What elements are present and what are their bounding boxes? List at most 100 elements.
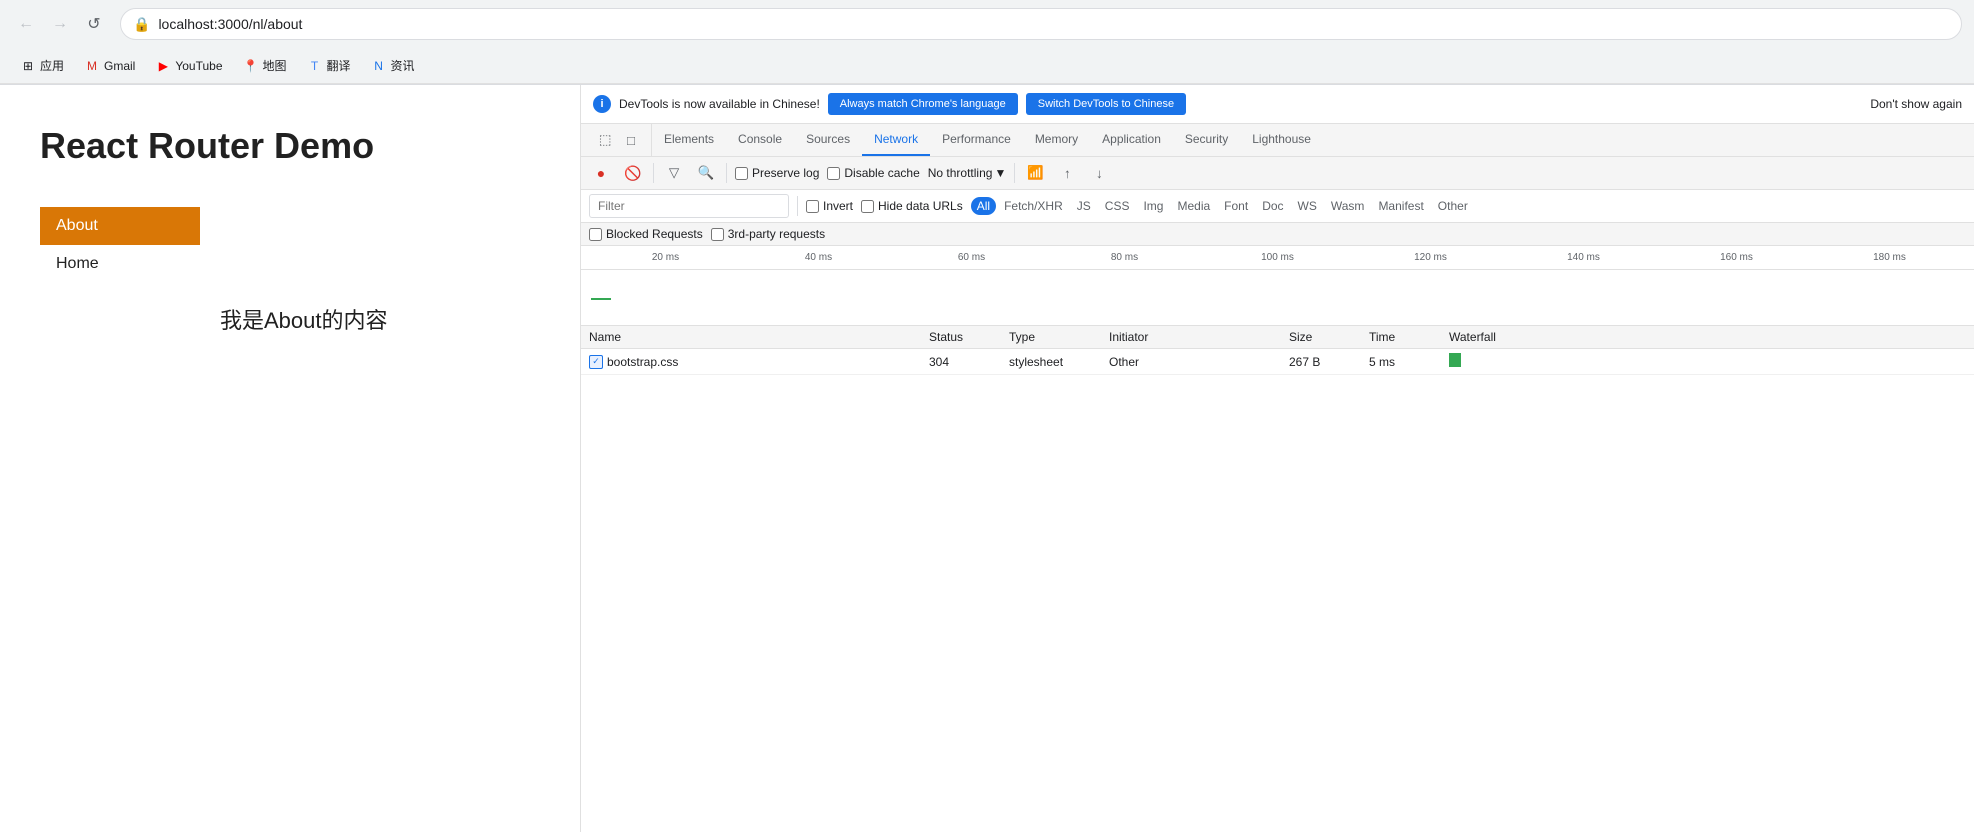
blocked-requests-label: Blocked Requests: [606, 227, 703, 241]
reload-button[interactable]: ↺: [80, 10, 108, 38]
toolbar-divider-1: [653, 163, 654, 183]
clear-button[interactable]: 🚫: [621, 161, 645, 185]
preserve-log-checkbox-label[interactable]: Preserve log: [735, 166, 819, 180]
filter-button[interactable]: ▽: [662, 161, 686, 185]
bookmark-translate[interactable]: T 翻译: [299, 53, 359, 78]
page-nav-list: About Home: [40, 207, 200, 283]
tick-120ms: 120 ms: [1354, 252, 1507, 263]
tick-160ms: 160 ms: [1660, 252, 1813, 263]
filter-font-button[interactable]: Font: [1218, 197, 1254, 215]
tab-console[interactable]: Console: [726, 124, 794, 156]
invert-checkbox[interactable]: [806, 200, 819, 213]
preserve-log-checkbox[interactable]: [735, 167, 748, 180]
bookmark-news[interactable]: N 资讯: [363, 53, 423, 78]
apps-icon: ⊞: [20, 58, 36, 74]
bookmark-gmail[interactable]: M Gmail: [76, 54, 143, 78]
upload-button[interactable]: ↑: [1055, 161, 1079, 185]
bookmark-apps[interactable]: ⊞ 应用: [12, 53, 72, 78]
blocked-requests-checkbox[interactable]: [589, 228, 602, 241]
filter-img-button[interactable]: Img: [1137, 197, 1169, 215]
tab-performance[interactable]: Performance: [930, 124, 1023, 156]
bookmark-gmail-label: Gmail: [104, 59, 135, 73]
filter-media-button[interactable]: Media: [1171, 197, 1216, 215]
nav-buttons: ← → ↺: [12, 10, 108, 38]
nav-link-home[interactable]: Home: [40, 245, 200, 283]
inspect-element-button[interactable]: ⬚: [593, 128, 617, 152]
filter-wasm-button[interactable]: Wasm: [1325, 197, 1371, 215]
nav-bar: ← → ↺ 🔒 localhost:3000/nl/about: [0, 0, 1974, 48]
col-header-time[interactable]: Time: [1369, 330, 1449, 344]
hide-data-urls-checkbox-label[interactable]: Hide data URLs: [861, 199, 963, 213]
tab-network[interactable]: Network: [862, 124, 930, 156]
bookmark-apps-label: 应用: [40, 57, 64, 74]
page-content: React Router Demo About Home 我是About的内容: [0, 85, 580, 832]
filter-doc-button[interactable]: Doc: [1256, 197, 1289, 215]
nav-link-about[interactable]: About: [40, 207, 200, 245]
tick-180ms: 180 ms: [1813, 252, 1966, 263]
throttle-selector[interactable]: No throttling ▼: [928, 166, 1007, 180]
table-row[interactable]: ✓ bootstrap.css 304 stylesheet Other 267…: [581, 349, 1974, 375]
record-button[interactable]: ●: [589, 161, 613, 185]
search-button[interactable]: 🔍: [694, 161, 718, 185]
tab-lighthouse[interactable]: Lighthouse: [1240, 124, 1323, 156]
filter-input[interactable]: [589, 194, 789, 218]
throttle-label: No throttling: [928, 166, 993, 180]
tick-100ms: 100 ms: [1201, 252, 1354, 263]
checkmark-icon: ✓: [592, 356, 600, 367]
forward-button[interactable]: →: [46, 10, 74, 38]
blocked-requests-bar: Blocked Requests 3rd-party requests: [581, 223, 1974, 246]
tab-memory[interactable]: Memory: [1023, 124, 1090, 156]
col-header-type[interactable]: Type: [1009, 330, 1109, 344]
notification-text: DevTools is now available in Chinese!: [619, 97, 820, 111]
third-party-checkbox[interactable]: [711, 228, 724, 241]
toolbar-divider-3: [1014, 163, 1015, 183]
filter-ws-button[interactable]: WS: [1292, 197, 1323, 215]
bookmark-maps[interactable]: 📍 地图: [235, 53, 295, 78]
switch-chinese-button[interactable]: Switch DevTools to Chinese: [1026, 93, 1186, 115]
disable-cache-label: Disable cache: [844, 166, 919, 180]
filter-css-button[interactable]: CSS: [1099, 197, 1136, 215]
nav-item-home[interactable]: Home: [40, 245, 200, 283]
tab-sources[interactable]: Sources: [794, 124, 862, 156]
filter-divider: [797, 196, 798, 216]
bookmark-news-label: 资讯: [391, 57, 415, 74]
filter-js-button[interactable]: JS: [1071, 197, 1097, 215]
tab-security[interactable]: Security: [1173, 124, 1240, 156]
col-header-name[interactable]: Name: [589, 330, 929, 344]
page-title: React Router Demo: [40, 125, 540, 167]
info-icon: i: [593, 95, 611, 113]
third-party-checkbox-label[interactable]: 3rd-party requests: [711, 227, 825, 241]
match-language-button[interactable]: Always match Chrome's language: [828, 93, 1018, 115]
blocked-requests-checkbox-label[interactable]: Blocked Requests: [589, 227, 703, 241]
invert-checkbox-label[interactable]: Invert: [806, 199, 853, 213]
address-bar[interactable]: 🔒 localhost:3000/nl/about: [120, 8, 1962, 40]
dont-show-again-link[interactable]: Don't show again: [1870, 97, 1962, 111]
bookmark-youtube[interactable]: ▶ YouTube: [147, 54, 230, 78]
hide-data-urls-checkbox[interactable]: [861, 200, 874, 213]
row-name-text: bootstrap.css: [607, 355, 678, 369]
devtools-notification: i DevTools is now available in Chinese! …: [581, 85, 1974, 124]
back-button[interactable]: ←: [12, 10, 40, 38]
filter-all-button[interactable]: All: [971, 197, 996, 215]
col-header-status[interactable]: Status: [929, 330, 1009, 344]
filter-manifest-button[interactable]: Manifest: [1372, 197, 1429, 215]
nav-item-about[interactable]: About: [40, 207, 200, 245]
col-header-size[interactable]: Size: [1289, 330, 1369, 344]
tick-40ms: 40 ms: [742, 252, 895, 263]
disable-cache-checkbox-label[interactable]: Disable cache: [827, 166, 919, 180]
timeline-ruler: 20 ms 40 ms 60 ms 80 ms 100 ms 120 ms 14…: [581, 246, 1974, 270]
col-header-initiator[interactable]: Initiator: [1109, 330, 1289, 344]
tab-elements[interactable]: Elements: [652, 124, 726, 156]
download-button[interactable]: ↓: [1087, 161, 1111, 185]
device-toolbar-button[interactable]: □: [619, 128, 643, 152]
col-header-waterfall[interactable]: Waterfall: [1449, 330, 1966, 344]
wifi-icon-button[interactable]: 📶: [1023, 161, 1047, 185]
disable-cache-checkbox[interactable]: [827, 167, 840, 180]
tab-application[interactable]: Application: [1090, 124, 1173, 156]
row-waterfall: [1449, 353, 1966, 370]
timeline-chart: [581, 270, 1974, 325]
filter-fetch-xhr-button[interactable]: Fetch/XHR: [998, 197, 1069, 215]
filter-other-button[interactable]: Other: [1432, 197, 1474, 215]
translate-icon: T: [307, 58, 323, 74]
bookmark-maps-label: 地图: [263, 57, 287, 74]
